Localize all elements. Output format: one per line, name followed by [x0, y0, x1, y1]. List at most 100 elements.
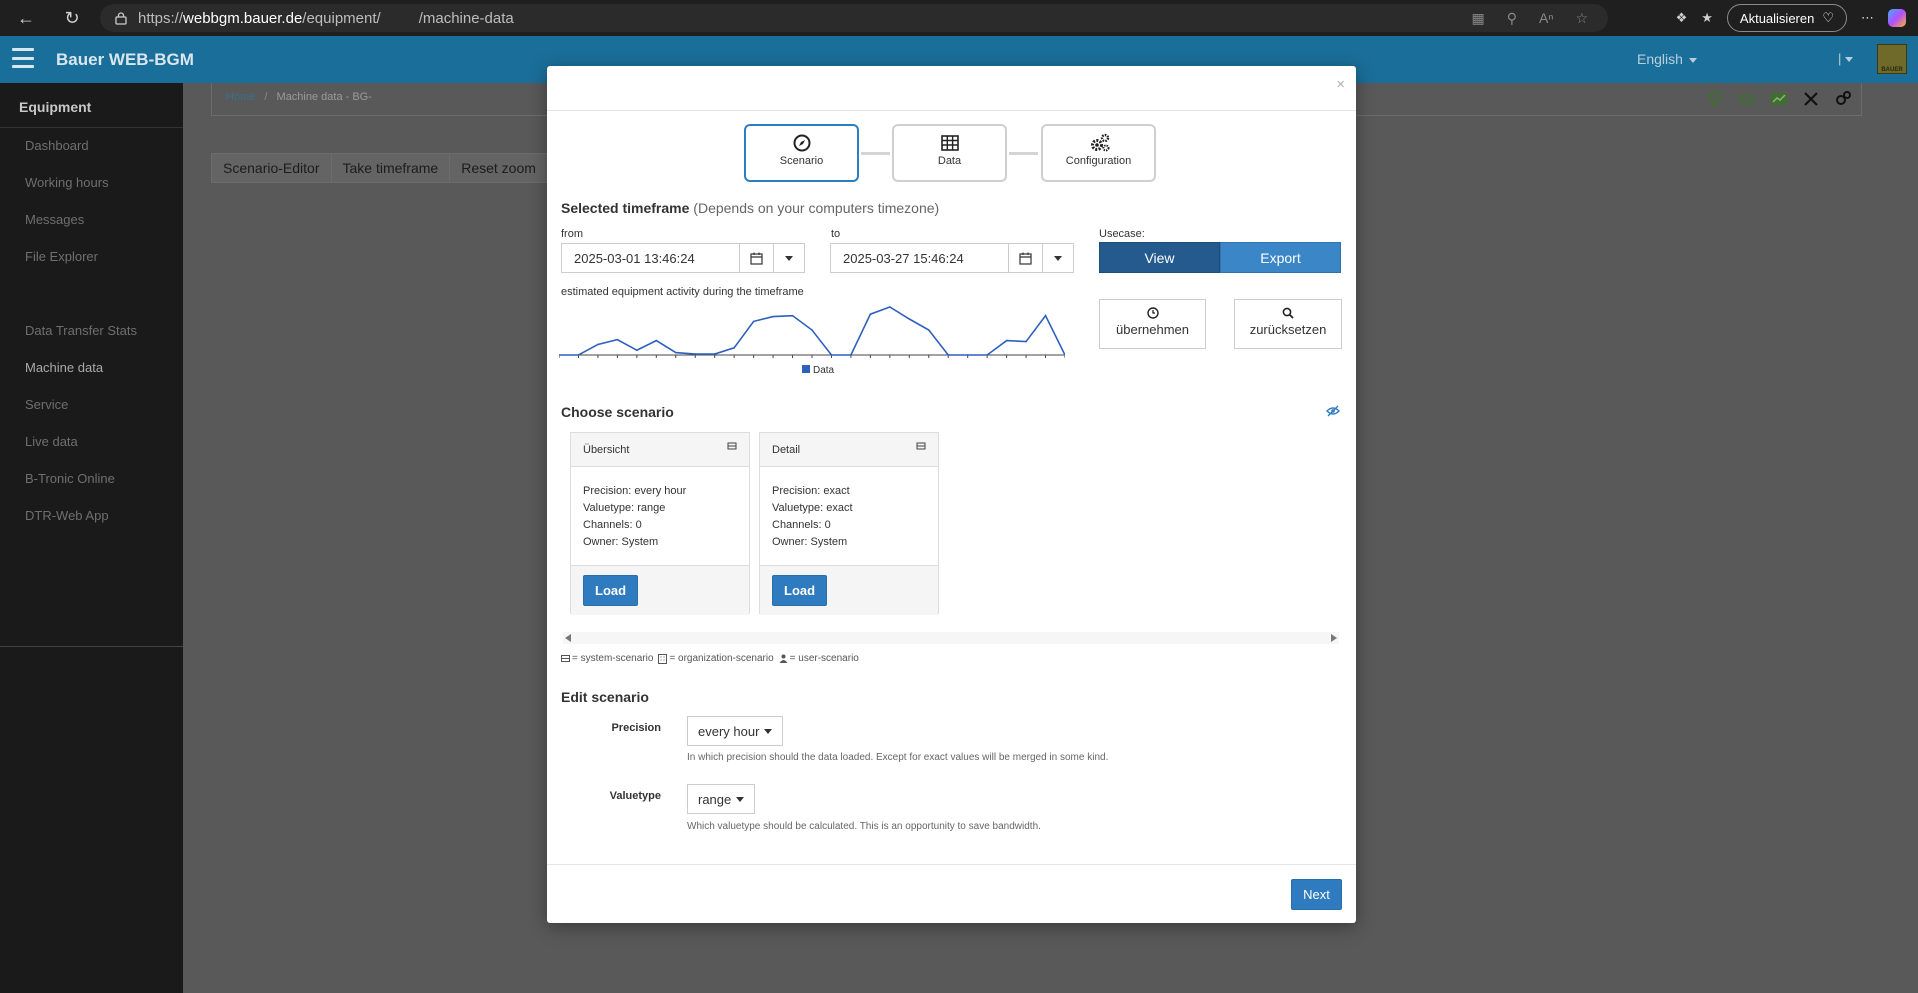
data-point	[1044, 314, 1047, 317]
to-dropdown-toggle[interactable]	[1043, 244, 1073, 272]
scenario-card-ubersicht[interactable]: Übersicht Precision: every hour Valuetyp…	[570, 432, 750, 615]
usecase-toggle: View Export	[1099, 242, 1341, 273]
tree-icon[interactable]	[1706, 90, 1724, 108]
usecase-view-button[interactable]: View	[1099, 242, 1220, 273]
chart-toolbar: Scenario-Editor Take timeframe Reset zoo…	[211, 153, 589, 183]
reset-zoom-button[interactable]: Reset zoom	[449, 153, 548, 183]
data-point	[830, 354, 833, 356]
address-bar[interactable]: https://webbgm.bauer.de/equipment/ /machi…	[100, 4, 1608, 32]
menu-icon[interactable]	[12, 48, 34, 68]
apply-timeframe-button[interactable]: übernehmen	[1099, 299, 1206, 349]
step-scenario-label: Scenario	[779, 155, 824, 167]
data-point	[811, 329, 813, 331]
sidebar-item-service[interactable]: Service	[25, 397, 68, 412]
organization-scenario-icon	[658, 654, 668, 664]
sidebar-item-file-explorer[interactable]: File Explorer	[25, 249, 98, 264]
valuetype-select[interactable]: range	[687, 784, 756, 814]
from-dropdown-toggle[interactable]	[774, 244, 804, 272]
favorite-star-icon[interactable]: ☆	[1575, 10, 1588, 27]
legend-organization: = organization-scenario	[669, 653, 774, 664]
data-point	[694, 353, 697, 355]
usecase-label: Usecase:	[1099, 228, 1145, 240]
app-title[interactable]: Bauer WEB-BGM	[56, 50, 194, 70]
calendar-icon[interactable]	[1009, 244, 1043, 272]
settings-gears-icon[interactable]	[1834, 90, 1852, 108]
engine-icon[interactable]	[1738, 90, 1756, 108]
chart-icon[interactable]	[1770, 90, 1788, 108]
close-icon[interactable]: ×	[1336, 76, 1345, 93]
scenario-scrollbar[interactable]	[563, 632, 1339, 644]
usecase-export-button[interactable]: Export	[1220, 242, 1341, 273]
scroll-right-icon[interactable]	[1331, 634, 1337, 642]
sidebar-item-data-transfer-stats[interactable]: Data Transfer Stats	[25, 323, 137, 338]
site-info-icon[interactable]	[114, 11, 128, 25]
to-label: to	[831, 228, 841, 240]
precision-select[interactable]: every hour	[687, 716, 784, 746]
apply-label: übernehmen	[1116, 322, 1189, 337]
take-timeframe-button[interactable]: Take timeframe	[330, 153, 451, 183]
tools-icon[interactable]	[1802, 90, 1820, 108]
copilot-icon[interactable]	[1888, 9, 1906, 27]
extensions-icon[interactable]: ❖	[1676, 10, 1688, 26]
sidebar-item-b-tronic-online[interactable]: B-Tronic Online	[25, 471, 115, 486]
data-point	[947, 354, 950, 356]
load-scenario-button[interactable]: Load	[772, 575, 828, 606]
next-button[interactable]: Next	[1291, 879, 1342, 910]
to-input[interactable]: 2025-03-27 15:46:24	[831, 244, 1009, 272]
scenario-valuetype: Valuetype: exact	[772, 502, 853, 514]
scenario-card-body: Precision: every hour Valuetype: range C…	[571, 467, 749, 565]
to-datetime-picker: 2025-03-27 15:46:24	[830, 243, 1074, 273]
scenario-editor-button[interactable]: Scenario-Editor	[211, 153, 332, 183]
scroll-left-icon[interactable]	[565, 634, 571, 642]
compass-icon	[792, 133, 812, 153]
sidebar-item-working-hours[interactable]: Working hours	[25, 175, 109, 190]
reset-timeframe-button[interactable]: zurücksetzen	[1234, 299, 1342, 349]
sidebar-item-live-data[interactable]: Live data	[25, 434, 78, 449]
choose-scenario-title: Choose scenario	[561, 404, 674, 420]
step-connector	[861, 152, 890, 155]
scenario-card-header: Übersicht	[571, 433, 749, 467]
language-dropdown[interactable]: English	[1637, 51, 1697, 67]
sidebar-item-dtr-web-app[interactable]: DTR-Web App	[25, 508, 109, 523]
scenario-name: Detail	[772, 444, 801, 456]
breadcrumb-home[interactable]: Home	[226, 91, 255, 103]
apps-icon[interactable]: ▦	[1471, 10, 1484, 27]
more-menu-icon[interactable]: ⋯	[1861, 10, 1874, 26]
scenario-card-detail[interactable]: Detail Precision: exact Valuetype: exact…	[759, 432, 939, 615]
wizard-stepper: Scenario Data Configuration	[547, 124, 1356, 184]
read-aloud-icon[interactable]: Aⁿ	[1539, 10, 1553, 26]
scenario-name: Übersicht	[583, 444, 630, 456]
sidebar-item-dashboard[interactable]: Dashboard	[25, 138, 89, 153]
scenario-precision: Precision: exact	[772, 485, 850, 497]
reload-icon[interactable]: ↻	[54, 0, 90, 36]
valuetype-help: Which valuetype should be calculated. Th…	[687, 821, 1041, 832]
chevron-down-icon	[785, 255, 793, 261]
step-configuration[interactable]: Configuration	[1041, 124, 1156, 182]
data-point	[674, 351, 677, 354]
from-input[interactable]: 2025-03-01 13:46:24	[562, 244, 740, 272]
user-dropdown[interactable]: |	[1838, 51, 1854, 66]
data-point	[927, 329, 930, 331]
load-scenario-button[interactable]: Load	[583, 575, 639, 606]
sidebar-item-messages[interactable]: Messages	[25, 212, 84, 227]
scenario-channels: Channels: 0	[583, 519, 642, 531]
step-data[interactable]: Data	[892, 124, 1007, 182]
zoom-icon[interactable]: ⚲	[1507, 10, 1517, 27]
back-icon[interactable]: ←	[8, 0, 44, 36]
hidden-eye-icon[interactable]	[1326, 405, 1340, 417]
timeframe-title-text: Selected timeframe	[561, 200, 690, 216]
data-point	[733, 347, 735, 349]
calendar-icon[interactable]	[740, 244, 774, 272]
url-rest: /machine-data	[418, 9, 514, 27]
system-scenario-icon	[561, 654, 570, 663]
data-point	[1005, 339, 1008, 342]
chevron-down-icon	[1054, 255, 1062, 261]
update-button[interactable]: Aktualisieren ♡	[1726, 4, 1847, 32]
sidebar-item-machine-data[interactable]: Machine data	[25, 360, 103, 375]
url-prefix: https://	[138, 9, 184, 27]
activity-chart-title: estimated equipment activity during the …	[561, 286, 804, 298]
breadcrumb-current: Machine data - BG-	[276, 91, 372, 103]
favorites-icon[interactable]: ★	[1701, 10, 1713, 26]
activity-chart[interactable]: Data	[559, 303, 1065, 375]
step-scenario[interactable]: Scenario	[744, 124, 859, 182]
